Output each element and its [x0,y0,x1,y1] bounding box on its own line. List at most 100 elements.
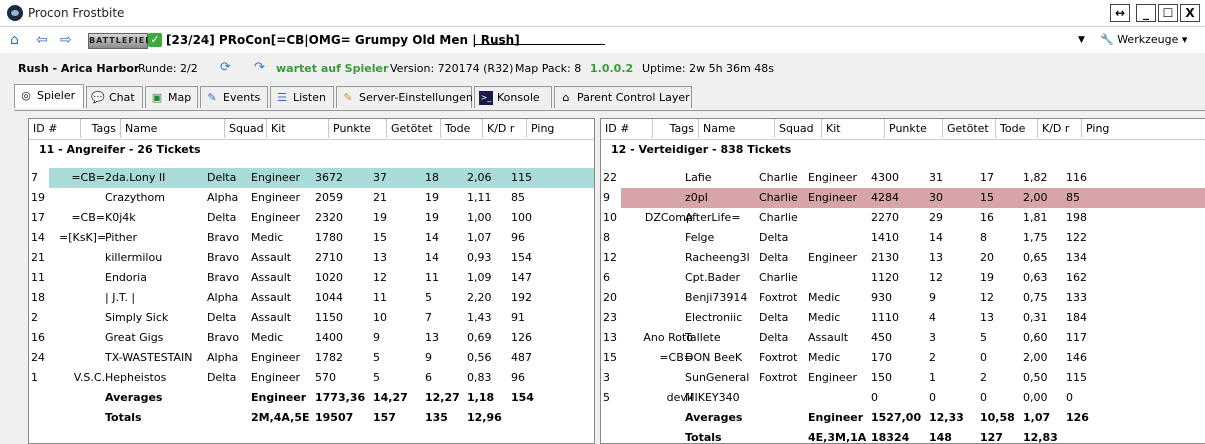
column-header-name[interactable]: Name [699,119,775,138]
player-row[interactable]: 6 Cpt.Bader Charlie 1120 12 19 0,63 162 [603,268,1205,288]
player-row[interactable]: 3 SunGeneral Foxtrot Engineer 150 1 2 0,50 115 [603,368,1205,388]
column-header-points[interactable]: Punkte [885,119,943,138]
cell-kills: 148 [929,431,952,444]
player-row[interactable]: 13 Ano Roto Tallete Delta Assault 450 3 5 0,60 11… [603,328,1205,348]
player-row[interactable]: 12 Racheeng3l Delta Engineer 2130 13 20 0,65 134 [603,248,1205,268]
player-row[interactable]: 18 | J.T. | Alpha Assault 1044 11 5 2,20 192 [31,288,594,308]
cell-points: 1020 [315,271,343,284]
events-icon: ✎ [207,91,217,104]
cell-id: 8 [603,231,610,244]
player-row[interactable]: 21 killermilou Bravo Assault 2710 13 14 0,93 154 [31,248,594,268]
player-row[interactable]: 17 =CB= K0j4k Delta Engineer 2320 19 19 1,00 100 [31,208,594,228]
back-arrow-icon[interactable]: ⇦ [36,32,48,48]
cell-kills: 30 [929,191,943,204]
player-row[interactable]: 9 z0pI Charlie Engineer 4284 30 15 2,00 85 [603,188,1205,208]
column-header-deaths[interactable]: Tode [996,119,1038,138]
player-row[interactable]: 5 devil MIKEY340 0 0 0 0,00 0 [603,388,1205,408]
tab-spieler[interactable]: ◎ Spieler [14,84,84,108]
cell-squad: Foxtrot [759,371,798,384]
player-row[interactable]: 14 =[KsK]= Pither Bravo Medic 1780 15 14 1,07 96 [31,228,594,248]
column-header-tags[interactable]: Tags [653,119,699,138]
column-header-kd-ratio[interactable]: K/D r [483,119,527,138]
cell-points: 2059 [315,191,343,204]
cell-deaths: 16 [980,211,994,224]
column-header-name[interactable]: Name [121,119,225,138]
cell-kd-ratio: 1,18 [467,391,495,404]
column-header-kills[interactable]: Getötet [387,119,441,138]
refresh-icon[interactable]: ⟳ [220,60,231,75]
cell-squad: Foxtrot [759,351,798,364]
cell-deaths: 9 [425,351,432,364]
column-header-ping[interactable]: Ping [1082,119,1205,138]
player-row[interactable]: 22 Lafie Charlie Engineer 4300 31 17 1,82 116 [603,168,1205,188]
tab-parent-control-layer[interactable]: ⌂ Parent Control Layer [554,86,692,108]
player-row[interactable]: 24 TX-WASTESTAIN Alpha Engineer 1782 5 9 0,56 48… [31,348,594,368]
tab-baseline [14,110,1205,111]
tab-events[interactable]: ✎ Events [200,86,268,108]
tab-server-einstellungen[interactable]: ✎ Server-Einstellungen [336,86,473,108]
cell-points: 1780 [315,231,343,244]
cell-deaths: 127 [980,431,1003,444]
cell-kills: 14 [929,231,943,244]
player-row[interactable]: 20 Benji73914 Foxtrot Medic 930 9 12 0,75 133 [603,288,1205,308]
cell-name: Totals [685,431,722,444]
cell-kills: 12 [373,271,387,284]
cell-name: Hepheistos [105,371,167,384]
column-header-ping[interactable]: Ping [527,119,594,138]
cell-deaths: 12 [980,291,994,304]
server-dropdown-icon[interactable]: ▼ [1078,35,1085,45]
cell-name: Electroniic [685,311,743,324]
cell-tags [59,348,105,368]
cell-squad: Bravo [207,331,240,344]
player-row[interactable]: 7 =CB= 2da.Lony II Delta Engineer 3672 37 18 2,0… [31,168,594,188]
minimize-button[interactable]: _ [1136,4,1156,22]
cell-deaths: 5 [425,291,432,304]
column-header-tags[interactable]: Tags [81,119,121,138]
tab-map[interactable]: ▣ Map [145,86,198,108]
player-row[interactable]: 11 Endoria Bravo Assault 1020 12 11 1,09 147 [31,268,594,288]
cell-kit: Engineer [251,171,300,184]
column-header-id[interactable]: ID # [601,119,653,138]
cell-kd-ratio: 0,63 [1023,271,1048,284]
player-row[interactable]: 16 Great Gigs Bravo Medic 1400 9 13 0,69 126 [31,328,594,348]
player-row[interactable]: 15 =CB= DON BeeK Foxtrot Medic 170 2 0 2,00 146 [603,348,1205,368]
procon-app-icon [7,5,23,21]
cell-name: K0j4k [105,211,136,224]
player-row[interactable]: 23 Electroniic Delta Medic 1110 4 13 0,31 184 [603,308,1205,328]
toolbar: ⌂ ⇦ ⇨ BATTLEFIELD ✓ [23/24] PRoCon[=CB|O… [0,27,1205,53]
column-header-kills[interactable]: Getötet [943,119,996,138]
cell-tags [59,408,105,428]
tab-konsole[interactable]: >_ Konsole [474,86,552,108]
cell-id: 6 [603,271,610,284]
cell-name: Felge [685,231,715,244]
cell-kit: Engineer [251,371,300,384]
player-row[interactable]: 10 DZComp AfterLife= Charlie 2270 29 16 1,81 198 [603,208,1205,228]
resize-button[interactable]: ↔ [1110,4,1130,22]
cell-deaths: 2 [980,371,987,384]
tab-chat[interactable]: 💬 Chat [86,86,143,108]
player-row[interactable]: 2 Simply Sick Delta Assault 1150 10 7 1,43 91 [31,308,594,328]
tools-menu[interactable]: 🔧 Werkzeuge ▾ [1100,33,1187,46]
column-header-kd-ratio[interactable]: K/D r [1038,119,1082,138]
column-header-squad[interactable]: Squad [225,119,267,138]
column-header-id[interactable]: ID # [29,119,81,138]
cell-points: 1120 [871,271,899,284]
cell-kit: Engineer [251,191,300,204]
forward-arrow-icon[interactable]: ⇨ [60,32,72,48]
column-header-kit[interactable]: Kit [822,119,885,138]
cell-deaths: 19 [980,271,994,284]
cell-tags: =CB= [71,171,105,184]
tab-listen[interactable]: ☰ Listen [270,86,334,108]
player-row[interactable]: 19 Crazythom Alpha Engineer 2059 21 19 1,11 85 [31,188,594,208]
home-icon[interactable]: ⌂ [10,32,19,48]
cell-points: 4284 [871,191,899,204]
maximize-button[interactable]: ☐ [1158,4,1178,22]
player-row[interactable]: 8 Felge Delta 1410 14 8 1,75 122 [603,228,1205,248]
column-header-deaths[interactable]: Tode [441,119,483,138]
column-header-kit[interactable]: Kit [267,119,329,138]
close-button[interactable]: X [1180,4,1200,22]
column-header-points[interactable]: Punkte [329,119,387,138]
player-row[interactable]: 1 V.S.C. Hepheistos Delta Engineer 570 5 6 0,83 9… [31,368,594,388]
cell-tags [623,428,693,443]
column-header-squad[interactable]: Squad [775,119,822,138]
